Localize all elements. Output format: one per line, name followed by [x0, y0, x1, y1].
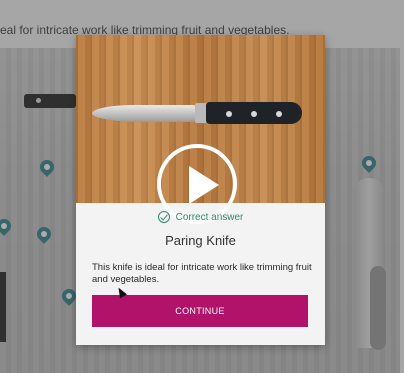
play-icon	[189, 166, 219, 204]
check-circle-icon	[157, 211, 170, 223]
feedback-modal: Correct answer Paring Knife This knife i…	[76, 35, 325, 345]
rivet	[276, 111, 282, 117]
feedback-status: Correct answer	[76, 208, 325, 226]
continue-button[interactable]: CONTINUE	[92, 295, 308, 327]
feedback-text: Correct answer	[175, 211, 244, 223]
paring-knife-image	[92, 99, 304, 133]
knife-handle	[206, 102, 302, 124]
modal-description: This knife is ideal for intricate work l…	[92, 262, 312, 285]
rivet	[251, 111, 257, 117]
modal-title: Paring Knife	[165, 233, 236, 248]
lesson-screen: eal for intricate work like trimming fru…	[0, 0, 404, 373]
knife-blade	[92, 105, 197, 122]
rivet	[226, 111, 232, 117]
